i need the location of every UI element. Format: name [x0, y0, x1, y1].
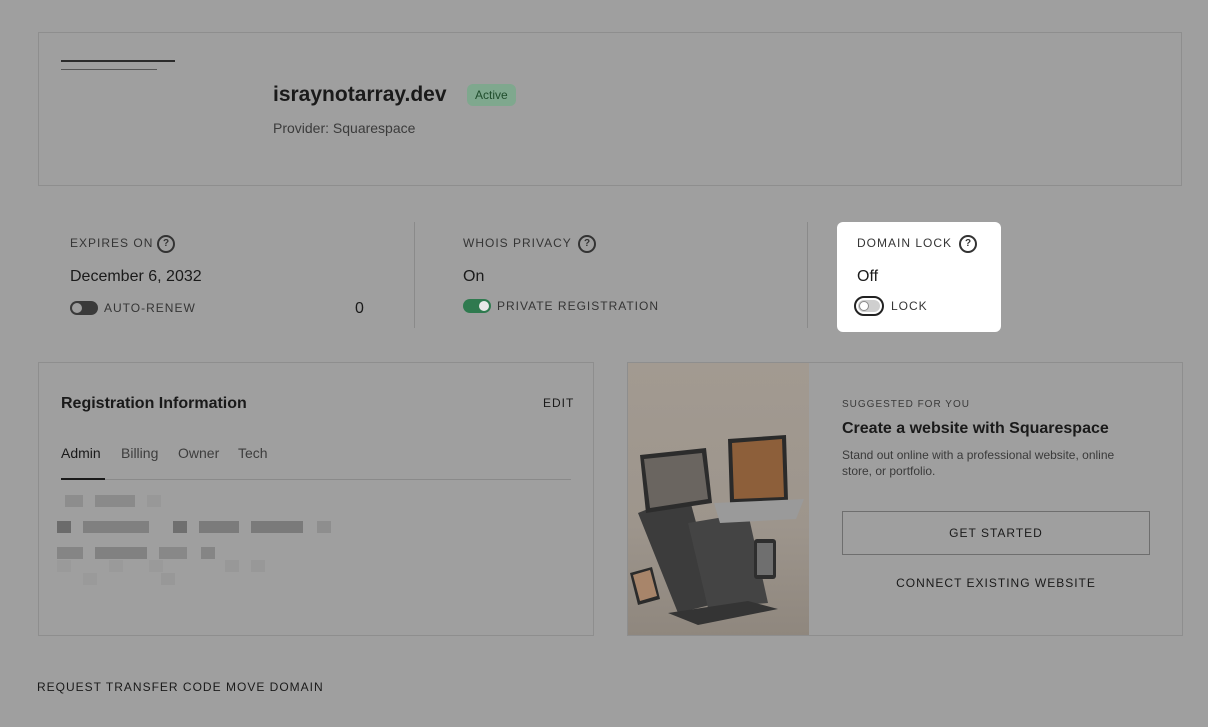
suggestion-card: SUGGESTED FOR YOU Create a website with …: [627, 362, 1183, 636]
suggestion-eyebrow: SUGGESTED FOR YOU: [842, 399, 970, 410]
auto-renew-label: AUTO-RENEW: [104, 301, 196, 315]
tab-admin[interactable]: Admin: [61, 445, 101, 461]
whois-value: On: [463, 268, 485, 285]
domain-lock-label: DOMAIN LOCK: [857, 236, 953, 250]
toggle-knob: [72, 303, 82, 313]
toggle-knob: [859, 301, 869, 311]
suggestion-description: Stand out online with a professional web…: [842, 448, 1115, 478]
expires-date: December 6, 2032: [70, 268, 202, 285]
column-divider: [414, 222, 415, 328]
domain-lock-help-icon[interactable]: ?: [959, 235, 977, 253]
tab-tech[interactable]: Tech: [238, 445, 268, 461]
tab-owner[interactable]: Owner: [178, 445, 219, 461]
devices-illustration: [630, 435, 804, 625]
whois-label: WHOIS PRIVACY: [463, 236, 572, 250]
tabs-divider: [61, 479, 571, 480]
domain-lock-toggle-label: LOCK: [891, 299, 928, 313]
get-started-button[interactable]: GET STARTED: [842, 511, 1150, 555]
suggestion-title: Create a website with Squarespace: [842, 420, 1109, 437]
whois-help-icon[interactable]: ?: [578, 235, 596, 253]
toggle-knob: [479, 301, 489, 311]
active-tab-underline: [61, 478, 105, 480]
registration-card: Registration Information EDIT Admin Bill…: [38, 362, 594, 636]
domain-lock-toggle[interactable]: [854, 296, 884, 316]
private-registration-label: PRIVATE REGISTRATION: [497, 299, 660, 313]
tab-billing[interactable]: Billing: [121, 445, 158, 461]
registration-edit-button[interactable]: EDIT: [543, 396, 574, 410]
auto-renew-count: 0: [355, 300, 364, 317]
expires-label: EXPIRES ON: [70, 236, 154, 250]
domain-header-card: israynotarray.dev Active Provider: Squar…: [38, 32, 1182, 186]
status-badge: Active: [467, 84, 516, 106]
thumbnail-line: [61, 60, 175, 62]
domain-name: israynotarray.dev: [273, 83, 447, 106]
move-domain-link[interactable]: MOVE DOMAIN: [226, 680, 324, 694]
auto-renew-toggle[interactable]: [70, 301, 98, 315]
domain-lock-value: Off: [857, 268, 879, 285]
expires-help-icon[interactable]: ?: [157, 235, 175, 253]
devices-hero-image: [628, 363, 809, 635]
request-transfer-code-link[interactable]: REQUEST TRANSFER CODE: [37, 680, 222, 694]
column-divider: [807, 222, 808, 328]
private-registration-toggle[interactable]: [463, 299, 491, 313]
provider-text: Provider: Squarespace: [273, 120, 416, 136]
registration-title: Registration Information: [61, 395, 247, 412]
domain-lock-panel: DOMAIN LOCK ? Off LOCK: [837, 222, 1001, 332]
connect-existing-website-button[interactable]: CONNECT EXISTING WEBSITE: [842, 576, 1150, 590]
thumbnail-line: [61, 69, 157, 70]
